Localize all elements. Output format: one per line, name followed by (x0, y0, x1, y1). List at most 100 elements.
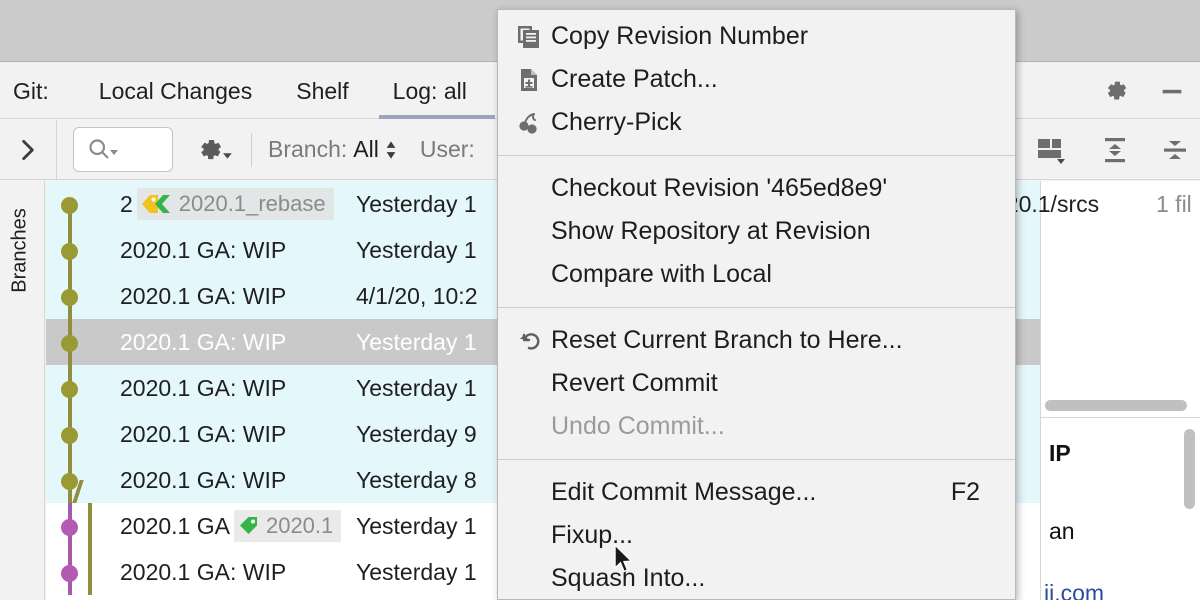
tab-shelf-label: Shelf (296, 77, 349, 104)
tab-log-all[interactable]: Log: all (371, 63, 496, 119)
details-file-count: 1 fil (1156, 191, 1192, 217)
menu-item-label: Copy Revision Number (551, 22, 809, 50)
menu-item-label: Checkout Revision '465ed8e9' (551, 174, 888, 202)
minimize-icon[interactable] (1158, 77, 1186, 105)
menu-item-label: Squash Into... (551, 564, 706, 592)
menu-item[interactable]: Reset Current Branch to Here... (498, 319, 1015, 362)
commit-graph-node (61, 565, 78, 582)
commit-message-link[interactable]: ij.com (1044, 580, 1104, 600)
commit-subject: 2 2020.1_rebase (120, 188, 334, 220)
commit-details-panel: 020.1/srcs 1 fil o IP an ij.com (993, 181, 1200, 600)
scrollbar-thumb[interactable] (1045, 400, 1187, 411)
menu-item[interactable]: Squash Into... (498, 557, 1015, 599)
tab-local-changes[interactable]: Local Changes (77, 63, 274, 119)
commit-subject-text: 2020.1 GA: WIP (120, 328, 287, 355)
menu-item[interactable]: Revert Commit (498, 362, 1015, 405)
branch-tag-icon (141, 193, 173, 215)
commit-subject-text: 2020.1 GA: WIP (120, 236, 287, 263)
menu-group: Reset Current Branch to Here... Revert Co… (498, 314, 1015, 453)
commit-graph-node (61, 243, 78, 260)
copy-icon (509, 15, 549, 58)
commit-subject-text: 2020.1 GA: WIP (120, 466, 287, 493)
menu-item[interactable]: Checkout Revision '465ed8e9' (498, 167, 1015, 210)
toolwindow-title: Git: (13, 77, 49, 104)
chevron-right-icon[interactable] (0, 120, 56, 180)
commit-graph-cell (46, 457, 118, 503)
details-horizontal-scrollbar[interactable] (1045, 399, 1193, 412)
commit-message-line-2: an (1049, 518, 1075, 544)
tag-label[interactable]: 2020.1 (233, 510, 342, 542)
branch-filter[interactable]: Branch: All (268, 136, 398, 163)
ref-name: 2020.1 (265, 513, 334, 538)
commit-graph-cell (46, 181, 118, 227)
branches-rail-label: Branches (8, 208, 31, 293)
menu-item-label: Undo Commit... (551, 412, 725, 440)
details-vertical-scrollbar-thumb[interactable] (1184, 429, 1195, 509)
commit-date: 4/1/20, 10:2 (356, 282, 478, 309)
menu-item[interactable]: Compare with Local (498, 253, 1015, 296)
menu-item-label: Fixup... (551, 521, 633, 549)
split-layout-dropdown-icon[interactable] (1036, 135, 1070, 165)
patch-icon (509, 58, 549, 101)
search-input[interactable] (73, 127, 173, 172)
commit-subject: 2020.1 GA 2020.1 (120, 510, 342, 542)
commit-date: Yesterday 1 (356, 190, 477, 217)
menu-separator (498, 459, 1015, 460)
menu-separator (498, 307, 1015, 308)
commit-message-body: IP an ij.com (1041, 418, 1200, 600)
branch-label[interactable]: 2020.1_rebase (136, 188, 334, 220)
tab-local-changes-label: Local Changes (98, 77, 253, 104)
commit-subject: 2020.1 GA: WIP (120, 375, 286, 402)
menu-item-label: Revert Commit (551, 369, 718, 397)
commit-date: Yesterday 1 (356, 236, 477, 263)
commit-graph-cell (46, 503, 118, 549)
expand-all-icon[interactable] (1100, 135, 1130, 165)
commit-date: Yesterday 1 (356, 558, 477, 585)
user-filter-label: User: (419, 136, 475, 162)
reset-icon (509, 319, 549, 362)
menu-item-label: Edit Commit Message... (551, 478, 817, 506)
cherry-pick-icon (509, 101, 549, 144)
menu-separator (498, 155, 1015, 156)
menu-item-label: Show Repository at Revision (551, 217, 871, 245)
commit-graph-node (61, 289, 78, 306)
menu-item[interactable]: Cherry-Pick (498, 101, 1015, 144)
commit-date: Yesterday 8 (356, 466, 477, 493)
commit-date: Yesterday 1 (356, 374, 477, 401)
menu-item-shortcut: F2 (950, 478, 980, 506)
commit-graph-node (61, 335, 78, 352)
chevron-updown-icon (384, 137, 398, 163)
filter-settings-gear-icon[interactable] (195, 135, 235, 165)
tab-log-all-label: Log: all (392, 77, 467, 104)
menu-group: Copy Revision Number Create Patch... Cherr… (498, 10, 1015, 149)
commit-subject: 2020.1 GA: WIP (120, 329, 286, 356)
commit-subject-text: 2020.1 GA (120, 512, 230, 539)
user-filter[interactable]: User: (420, 136, 475, 163)
commit-subject-text: 2 (120, 190, 133, 217)
branches-side-rail[interactable]: Branches (0, 181, 45, 600)
menu-item[interactable]: Fixup... (498, 514, 1015, 557)
commit-subject-text: 2020.1 GA: WIP (120, 420, 287, 447)
git-log-window: Git: Local Changes Shelf Log: all Branch… (0, 0, 1200, 600)
commit-subject: 2020.1 GA: WIP (120, 467, 286, 494)
commit-subject: 2020.1 GA: WIP (120, 237, 286, 264)
commit-subject: 2020.1 GA: WIP (120, 421, 286, 448)
search-icon (86, 136, 121, 163)
commit-context-menu[interactable]: Copy Revision Number Create Patch... Cherr… (497, 9, 1016, 600)
menu-item[interactable]: Create Patch... (498, 58, 1015, 101)
commit-graph-node (61, 197, 78, 214)
commit-graph-node (61, 427, 78, 444)
menu-item: Undo Commit... (498, 405, 1015, 448)
tab-shelf[interactable]: Shelf (274, 63, 370, 119)
commit-date: Yesterday 1 (356, 328, 477, 355)
branch-filter-value: All (353, 136, 379, 162)
menu-item[interactable]: Edit Commit Message... F2 (498, 471, 1015, 514)
commit-graph-node (61, 381, 78, 398)
collapse-all-icon[interactable] (1160, 135, 1190, 165)
menu-item-label: Reset Current Branch to Here... (551, 326, 903, 354)
toolbar-divider-2 (251, 132, 252, 167)
commit-subject-text: 2020.1 GA: WIP (120, 558, 287, 585)
menu-item[interactable]: Show Repository at Revision (498, 210, 1015, 253)
gear-icon[interactable] (1102, 77, 1130, 105)
menu-item[interactable]: Copy Revision Number (498, 15, 1015, 58)
